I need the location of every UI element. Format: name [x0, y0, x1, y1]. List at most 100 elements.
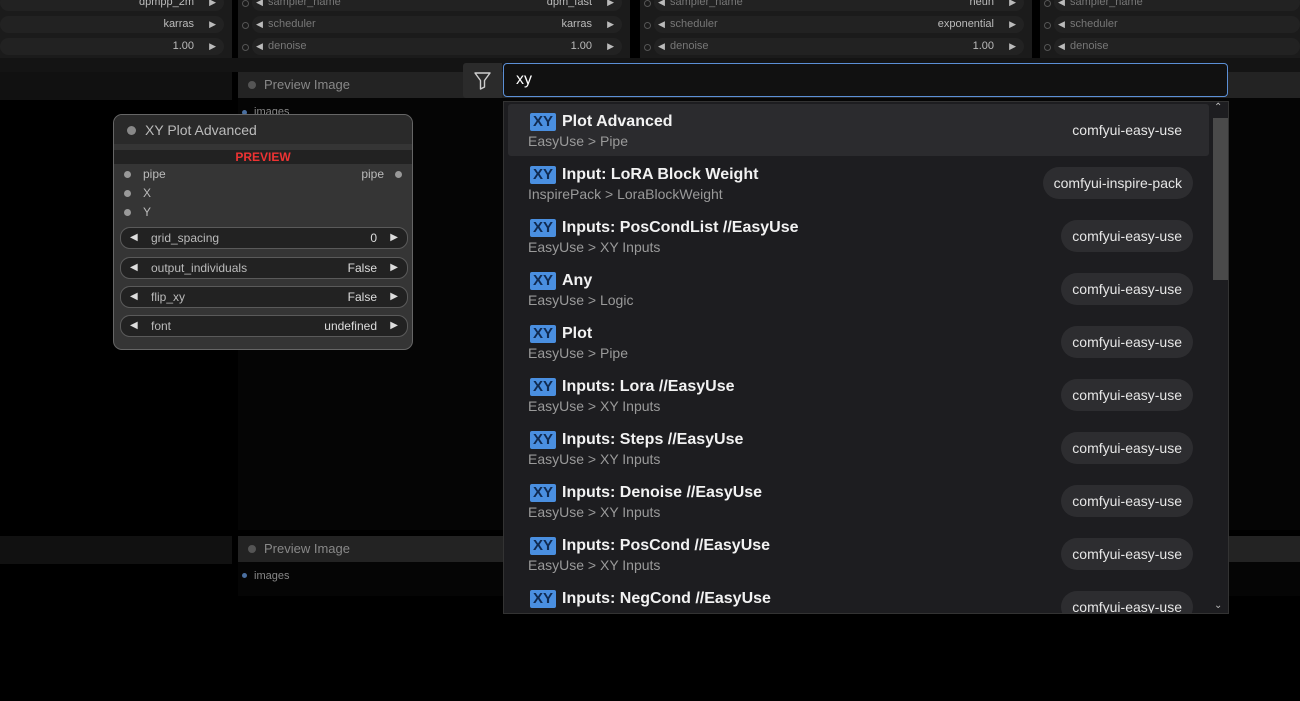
arrow-left-icon[interactable]: ◀ — [130, 258, 138, 278]
result-category: EasyUse > Pipe — [528, 345, 628, 361]
input-slot-dot[interactable] — [1044, 0, 1051, 7]
arrow-left-icon[interactable]: ◀ — [130, 228, 138, 248]
arrow-right-icon[interactable]: ▶ — [390, 228, 398, 248]
search-result-item[interactable]: XY Plot EasyUse > Pipe comfyui-easy-use — [508, 316, 1209, 368]
output-slot-dot[interactable] — [242, 573, 247, 578]
input-slot-dot[interactable] — [124, 209, 131, 216]
result-title: Inputs: Lora //EasyUse — [562, 378, 735, 395]
arrow-left-icon[interactable]: ◀ — [256, 0, 263, 11]
result-category: EasyUse > XY Inputs — [528, 239, 661, 255]
scroll-down-icon[interactable]: ⌄ — [1214, 600, 1222, 611]
bg-widget[interactable]: ◀ denoise — [1054, 38, 1300, 55]
arrow-left-icon[interactable]: ◀ — [1058, 0, 1065, 11]
arrow-right-icon[interactable]: ▶ — [607, 38, 614, 55]
preview-label: PREVIEW — [114, 150, 412, 164]
bg-widget[interactable]: ◀ scheduler karras ▶ — [252, 16, 622, 33]
input-slot-dot[interactable] — [644, 44, 651, 51]
scroll-up-icon[interactable]: ⌃ — [1214, 102, 1222, 113]
node-titlebar[interactable]: XY Plot Advanced — [114, 115, 412, 144]
input-slot-dot[interactable] — [644, 22, 651, 29]
input-slot-dot[interactable] — [242, 22, 249, 29]
arrow-left-icon[interactable]: ◀ — [658, 0, 665, 11]
filter-button[interactable] — [463, 63, 502, 98]
node-collapse-dot[interactable] — [248, 545, 256, 553]
bg-widget[interactable]: ◀ denoise 1.00 ▶ — [252, 38, 622, 55]
arrow-right-icon[interactable]: ▶ — [1009, 38, 1016, 55]
arrow-right-icon[interactable]: ▶ — [607, 0, 614, 11]
result-title: Inputs: NegCond //EasyUse — [562, 590, 771, 607]
widget-flip-xy[interactable]: ◀ flip_xy False ▶ — [120, 286, 408, 308]
node-collapse-dot[interactable] — [127, 126, 136, 135]
bg-widget-label: denoise — [670, 40, 709, 52]
arrow-left-icon[interactable]: ◀ — [256, 16, 263, 33]
widget-grid-spacing[interactable]: ◀ grid_spacing 0 ▶ — [120, 227, 408, 249]
bg-widget[interactable]: 1.00 ▶ — [0, 38, 224, 55]
input-slot-dot[interactable] — [1044, 44, 1051, 51]
search-result-item[interactable]: XY Inputs: Lora //EasyUse EasyUse > XY Inp… — [508, 369, 1209, 421]
bg-widget[interactable]: ◀ scheduler — [1054, 16, 1300, 33]
arrow-left-icon[interactable]: ◀ — [658, 38, 665, 55]
input-slot-label: X — [143, 186, 152, 200]
arrow-left-icon[interactable]: ◀ — [130, 287, 138, 307]
search-result-item[interactable]: XY Inputs: PosCondList //EasyUse EasyUse >… — [508, 210, 1209, 262]
bg-node-body-left — [0, 72, 232, 100]
bg-widget-label: sampler_name — [268, 0, 341, 8]
search-result-item[interactable]: XY Input: LoRA Block Weight InspirePack > … — [508, 157, 1209, 209]
arrow-right-icon[interactable]: ▶ — [209, 0, 216, 11]
search-result-item[interactable]: XY Inputs: Steps //EasyUse EasyUse > XY In… — [508, 422, 1209, 474]
search-result-item[interactable]: XY Any EasyUse > Logic comfyui-easy-use — [508, 263, 1209, 315]
input-slot-dot[interactable] — [644, 0, 651, 7]
bg-widget[interactable]: ◀ sampler_name dpm_fast ▶ — [252, 0, 622, 11]
bg-widget[interactable]: ◀ denoise 1.00 ▶ — [654, 38, 1024, 55]
bg-widget[interactable]: ◀ sampler_name — [1054, 0, 1300, 11]
arrow-right-icon[interactable]: ▶ — [1009, 0, 1016, 11]
arrow-left-icon[interactable]: ◀ — [658, 16, 665, 33]
arrow-right-icon[interactable]: ▶ — [390, 287, 398, 307]
node-collapse-dot[interactable] — [248, 81, 256, 89]
search-results-list[interactable]: XY Plot Advanced EasyUse > Pipe comfyui-eas… — [503, 101, 1229, 614]
input-slot-dot[interactable] — [1044, 22, 1051, 29]
bg-widget[interactable]: karras ▶ — [0, 16, 224, 33]
scrollbar-thumb[interactable] — [1213, 118, 1228, 280]
xy-plot-advanced-node[interactable]: XY Plot Advanced PREVIEW pipe pipe X Y ◀… — [113, 114, 413, 350]
input-slot-label: pipe — [143, 167, 166, 181]
arrow-right-icon[interactable]: ▶ — [390, 316, 398, 336]
widget-output-individuals[interactable]: ◀ output_individuals False ▶ — [120, 257, 408, 279]
input-slot-dot[interactable] — [124, 190, 131, 197]
arrow-left-icon[interactable]: ◀ — [130, 316, 138, 336]
node-pack-badge: comfyui-easy-use — [1061, 538, 1193, 570]
node-title: Preview Image — [264, 541, 350, 556]
xy-badge: XY — [530, 166, 557, 184]
bg-widget[interactable]: dpmpp_2m ▶ — [0, 0, 224, 11]
widget-font[interactable]: ◀ font undefined ▶ — [120, 315, 408, 337]
node-pack-badge: comfyui-easy-use — [1061, 220, 1193, 252]
bg-widget-label: sampler_name — [1070, 0, 1143, 8]
xy-badge: XY — [530, 431, 557, 449]
bg-widget-value: exponential — [937, 18, 994, 30]
arrow-right-icon[interactable]: ▶ — [1009, 16, 1016, 33]
node-pack-badge: comfyui-easy-use — [1061, 273, 1193, 305]
arrow-right-icon[interactable]: ▶ — [390, 258, 398, 278]
search-result-item[interactable]: XY Inputs: Denoise //EasyUse EasyUse > XY … — [508, 475, 1209, 527]
result-category: EasyUse > Logic — [528, 292, 634, 308]
arrow-right-icon[interactable]: ▶ — [209, 16, 216, 33]
bg-widget[interactable]: ◀ sampler_name heun ▶ — [654, 0, 1024, 11]
arrow-right-icon[interactable]: ▶ — [607, 16, 614, 33]
output-slot-label: pipe — [361, 167, 384, 181]
arrow-left-icon[interactable]: ◀ — [1058, 16, 1065, 33]
input-slot-dot[interactable] — [242, 44, 249, 51]
bg-widget[interactable]: ◀ scheduler exponential ▶ — [654, 16, 1024, 33]
input-slot-dot[interactable] — [242, 0, 249, 7]
input-slot-dot[interactable] — [124, 171, 131, 178]
xy-badge: XY — [530, 219, 557, 237]
arrow-left-icon[interactable]: ◀ — [256, 38, 263, 55]
search-result-item[interactable]: XY Plot Advanced EasyUse > Pipe comfyui-eas… — [508, 104, 1209, 156]
arrow-left-icon[interactable]: ◀ — [1058, 38, 1065, 55]
node-search-input[interactable] — [503, 63, 1228, 97]
output-slot-dot[interactable] — [395, 171, 402, 178]
results-scrollbar[interactable]: ⌃ ⌄ — [1210, 102, 1228, 613]
search-result-item[interactable]: XY Inputs: NegCond //EasyUse EasyUse > XY … — [508, 581, 1209, 613]
widget-value: False — [347, 290, 377, 304]
search-result-item[interactable]: XY Inputs: PosCond //EasyUse EasyUse > XY … — [508, 528, 1209, 580]
arrow-right-icon[interactable]: ▶ — [209, 38, 216, 55]
